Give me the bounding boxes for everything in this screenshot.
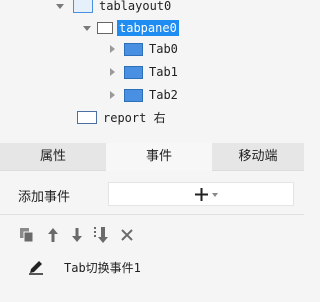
- add-event-dropdown[interactable]: [108, 182, 294, 206]
- tree-node-tab0[interactable]: Tab0: [110, 40, 178, 58]
- expand-arrow-icon[interactable]: [110, 91, 115, 99]
- arrow-down-icon[interactable]: [68, 224, 86, 246]
- expand-arrow-icon[interactable]: [110, 68, 115, 76]
- tab-properties[interactable]: 属性: [0, 143, 106, 170]
- panel-tabs: 属性 事件 移动端: [0, 143, 304, 171]
- pencil-icon: [28, 259, 44, 275]
- expand-arrow-icon[interactable]: [110, 45, 115, 53]
- divider: [0, 214, 304, 215]
- tab-icon: [124, 65, 143, 79]
- add-event-row: 添加事件: [0, 180, 304, 210]
- move-to-bottom-icon[interactable]: [92, 224, 110, 246]
- tree-node-label: report 右: [103, 110, 166, 125]
- arrow-up-icon[interactable]: [44, 224, 62, 246]
- report-icon: [77, 110, 97, 124]
- copy-icon[interactable]: [18, 224, 36, 246]
- tree-node-tablayout0[interactable]: tablayout0: [56, 0, 171, 15]
- tab-icon: [124, 88, 143, 102]
- tab-mobile[interactable]: 移动端: [212, 143, 304, 170]
- tree-node-tab1[interactable]: Tab1: [110, 63, 178, 81]
- tab-icon: [124, 42, 143, 56]
- tree-node-tabpane0[interactable]: tabpane0: [83, 19, 179, 37]
- close-icon[interactable]: [118, 224, 136, 246]
- add-event-label: 添加事件: [18, 190, 71, 205]
- tree-node-label: Tab0: [149, 42, 178, 56]
- tree-node-tab2[interactable]: Tab2: [110, 86, 178, 104]
- list-item[interactable]: Tab切换事件1: [18, 256, 298, 278]
- tree-node-report[interactable]: report 右: [77, 108, 166, 126]
- expand-arrow-icon[interactable]: [83, 25, 91, 31]
- tab-events[interactable]: 事件: [106, 143, 212, 171]
- layout-icon: [73, 0, 93, 13]
- component-tree: tablayout0 tabpane0 Tab0 Tab1 Tab2 repor…: [0, 0, 304, 140]
- event-label: Tab切换事件1: [64, 261, 141, 275]
- tree-node-label: Tab1: [149, 65, 178, 79]
- tabpane-icon: [97, 22, 113, 34]
- expand-arrow-icon[interactable]: [56, 3, 64, 9]
- tree-node-label: tablayout0: [99, 0, 172, 13]
- plus-icon: [195, 188, 208, 201]
- chevron-down-icon: [212, 193, 218, 197]
- tree-node-label: tabpane0: [117, 20, 179, 36]
- tree-node-label: Tab2: [149, 88, 178, 102]
